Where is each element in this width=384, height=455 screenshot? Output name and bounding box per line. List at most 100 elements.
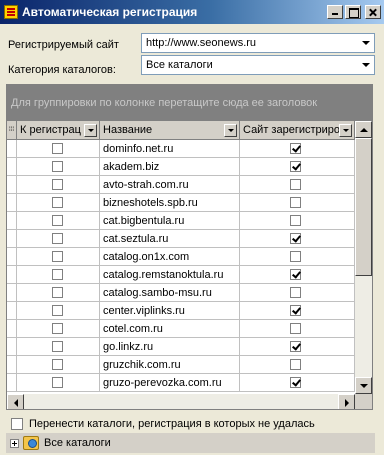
table-row[interactable]: cat.bigbentula.ru — [7, 212, 355, 230]
register-checkbox[interactable] — [52, 287, 63, 298]
site-select-value: http://www.seonews.ru — [146, 37, 257, 49]
catalog-name-cell[interactable]: gruzchik.com.ru — [100, 356, 240, 374]
filter-dropdown-icon[interactable] — [339, 123, 352, 137]
table-row[interactable]: catalog.on1x.com — [7, 248, 355, 266]
catalog-name-cell[interactable]: dominfo.net.ru — [100, 140, 240, 158]
expand-plus-icon[interactable] — [10, 438, 19, 448]
table-row[interactable]: gruzo-perevozka.com.ru — [7, 374, 355, 392]
register-checkbox[interactable] — [52, 197, 63, 208]
registered-checkbox[interactable] — [290, 197, 301, 208]
registered-checkbox[interactable] — [290, 341, 301, 352]
chevron-down-icon[interactable] — [357, 34, 374, 52]
registered-checkbox[interactable] — [290, 215, 301, 226]
transfer-failed-checkbox[interactable]: Перенести каталоги, регистрация в которы… — [11, 418, 315, 430]
catalog-name-cell[interactable]: catalog.remstanoktula.ru — [100, 266, 240, 284]
tree-root-label[interactable]: Все каталоги — [44, 437, 111, 449]
vertical-scrollbar[interactable] — [355, 121, 372, 394]
checkbox-icon[interactable] — [11, 418, 23, 430]
scroll-right-icon[interactable] — [338, 394, 355, 409]
column-header-name[interactable]: Название — [100, 121, 240, 140]
registered-checkbox[interactable] — [290, 305, 301, 316]
filter-dropdown-icon[interactable] — [84, 123, 97, 137]
catalog-name-cell[interactable]: catalog.sambo-msu.ru — [100, 284, 240, 302]
table-row[interactable]: cat.seztula.ru — [7, 230, 355, 248]
register-checkbox[interactable] — [52, 179, 63, 190]
catalog-name-cell[interactable]: avto-strah.com.ru — [100, 176, 240, 194]
scroll-left-icon[interactable] — [7, 394, 24, 409]
register-checkbox[interactable] — [52, 341, 63, 352]
catalog-name-cell[interactable]: cat.bigbentula.ru — [100, 212, 240, 230]
register-checkbox[interactable] — [52, 323, 63, 334]
scroll-up-icon[interactable] — [355, 121, 372, 138]
row-indicator[interactable] — [7, 212, 17, 230]
registered-checkbox[interactable] — [290, 179, 301, 190]
table-row[interactable]: akadem.biz — [7, 158, 355, 176]
table-row[interactable]: go.linkz.ru — [7, 338, 355, 356]
registered-checkbox[interactable] — [290, 287, 301, 298]
maximize-button[interactable] — [345, 5, 361, 19]
row-indicator[interactable] — [7, 158, 17, 176]
registered-checkbox[interactable] — [290, 359, 301, 370]
registered-checkbox[interactable] — [290, 269, 301, 280]
row-indicator[interactable] — [7, 374, 17, 392]
register-checkbox[interactable] — [52, 233, 63, 244]
column-header-registered[interactable]: Сайт зарегистриро — [240, 121, 355, 140]
table-row[interactable]: catalog.sambo-msu.ru — [7, 284, 355, 302]
row-indicator[interactable] — [7, 140, 17, 158]
table-row[interactable]: gruzchik.com.ru — [7, 356, 355, 374]
table-row[interactable]: dominfo.net.ru — [7, 140, 355, 158]
table-row[interactable]: cotel.com.ru — [7, 320, 355, 338]
registered-checkbox[interactable] — [290, 143, 301, 154]
table-row[interactable]: center.viplinks.ru — [7, 302, 355, 320]
chevron-down-icon[interactable] — [357, 56, 374, 74]
register-checkbox[interactable] — [52, 143, 63, 154]
register-checkbox[interactable] — [52, 377, 63, 388]
row-indicator[interactable] — [7, 338, 17, 356]
register-cell — [17, 140, 100, 158]
catalog-name-cell[interactable]: bizneshotels.spb.ru — [100, 194, 240, 212]
row-indicator[interactable] — [7, 320, 17, 338]
registered-checkbox[interactable] — [290, 377, 301, 388]
register-checkbox[interactable] — [52, 305, 63, 316]
row-indicator[interactable] — [7, 230, 17, 248]
registered-checkbox[interactable] — [290, 251, 301, 262]
registered-checkbox[interactable] — [290, 233, 301, 244]
catalog-name-cell[interactable]: catalog.on1x.com — [100, 248, 240, 266]
catalog-name-cell[interactable]: gruzo-perevozka.com.ru — [100, 374, 240, 392]
row-indicator[interactable] — [7, 356, 17, 374]
site-select[interactable]: http://www.seonews.ru — [141, 33, 375, 53]
registered-checkbox[interactable] — [290, 323, 301, 334]
scroll-thumb[interactable] — [355, 138, 372, 276]
register-checkbox[interactable] — [52, 161, 63, 172]
close-button[interactable] — [365, 5, 381, 19]
category-select[interactable]: Все каталоги — [141, 55, 375, 75]
column-header-register[interactable]: К регистрац — [17, 121, 100, 140]
row-indicator[interactable] — [7, 194, 17, 212]
register-checkbox[interactable] — [52, 269, 63, 280]
group-by-area[interactable]: Для группировки по колонке перетащите сю… — [7, 85, 372, 121]
column-header-label: К регистрац — [20, 124, 81, 136]
catalog-name-cell[interactable]: cat.seztula.ru — [100, 230, 240, 248]
row-indicator[interactable] — [7, 302, 17, 320]
table-row[interactable]: bizneshotels.spb.ru — [7, 194, 355, 212]
table-row[interactable]: catalog.remstanoktula.ru — [7, 266, 355, 284]
row-indicator[interactable] — [7, 248, 17, 266]
filter-dropdown-icon[interactable] — [224, 123, 237, 137]
catalog-name-cell[interactable]: go.linkz.ru — [100, 338, 240, 356]
horizontal-scrollbar[interactable] — [7, 394, 355, 409]
catalog-name-cell[interactable]: cotel.com.ru — [100, 320, 240, 338]
catalog-name-cell[interactable]: akadem.biz — [100, 158, 240, 176]
register-checkbox[interactable] — [52, 359, 63, 370]
register-checkbox[interactable] — [52, 251, 63, 262]
row-indicator[interactable] — [7, 266, 17, 284]
catalog-name-cell[interactable]: center.viplinks.ru — [100, 302, 240, 320]
register-checkbox[interactable] — [52, 215, 63, 226]
table-row[interactable]: avto-strah.com.ru — [7, 176, 355, 194]
scroll-down-icon[interactable] — [355, 377, 372, 394]
row-indicator[interactable] — [7, 176, 17, 194]
minimize-button[interactable] — [327, 5, 343, 19]
registered-checkbox[interactable] — [290, 161, 301, 172]
registered-cell — [240, 158, 355, 176]
row-indicator-header[interactable]: ⁞⁞⁞ — [7, 121, 17, 140]
row-indicator[interactable] — [7, 284, 17, 302]
